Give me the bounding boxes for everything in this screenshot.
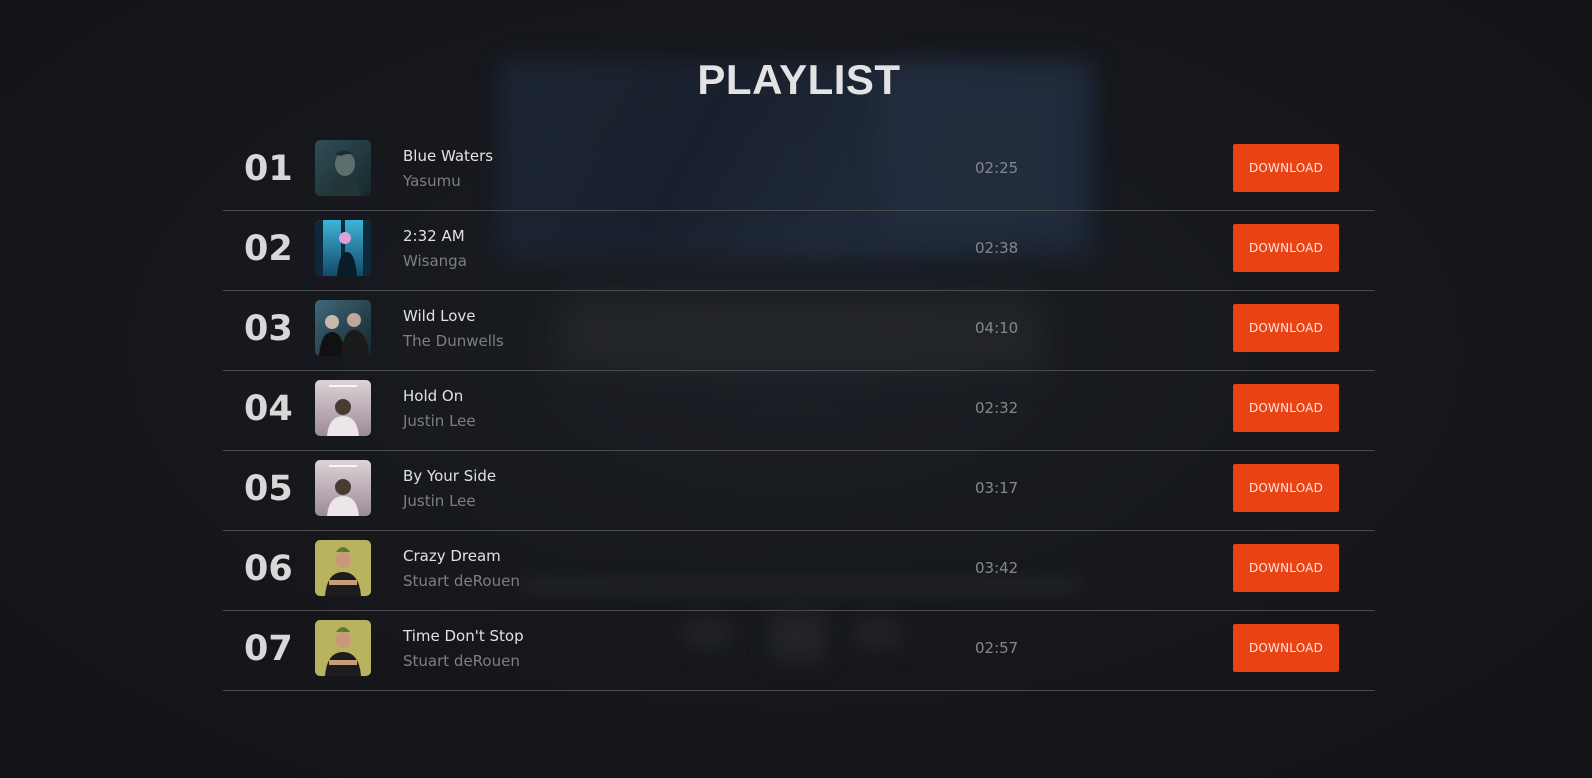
track-title: Blue Waters [403,147,494,165]
track-row[interactable]: 06 Crazy Dream Stuart deRouen 03:42 DOWN… [223,531,1375,611]
track-artist: Justin Lee [403,412,476,430]
track-number: 03 [244,309,293,349]
track-artist: Yasumu [403,172,461,190]
download-button[interactable]: DOWNLOAD [1233,144,1339,192]
playlist-rows: 01 Blue Waters Yasumu 02:25 DOWNLOAD 02 … [223,131,1375,691]
track-duration: 02:38 [975,239,1019,257]
track-title: Time Don't Stop [403,627,524,645]
track-duration: 02:57 [975,639,1019,657]
track-duration: 02:32 [975,399,1019,417]
download-button[interactable]: DOWNLOAD [1233,544,1339,592]
track-duration: 03:17 [975,479,1019,497]
album-cover [315,140,371,196]
track-number: 04 [244,389,293,429]
download-button[interactable]: DOWNLOAD [1233,224,1339,272]
track-title: Wild Love [403,307,476,325]
album-cover [315,380,371,436]
track-number: 01 [244,149,293,189]
player-background: PLAYLIST 01 Blue Waters Yasumu 02:25 DOW… [0,0,1592,778]
download-button[interactable]: DOWNLOAD [1233,304,1339,352]
track-artist: Stuart deRouen [403,652,520,670]
track-artist: Stuart deRouen [403,572,520,590]
album-cover [315,460,371,516]
album-cover [315,300,371,356]
track-number: 05 [244,469,293,509]
track-number: 07 [244,629,293,669]
album-cover [315,220,371,276]
download-button[interactable]: DOWNLOAD [1233,624,1339,672]
track-row[interactable]: 05 By Your Side Justin Lee 03:17 DOWNLOA… [223,451,1375,531]
download-button[interactable]: DOWNLOAD [1233,464,1339,512]
track-artist: Wisanga [403,252,467,270]
track-number: 06 [244,549,293,589]
track-row[interactable]: 04 Hold On Justin Lee 02:32 DOWNLOAD [223,371,1375,451]
album-cover [315,620,371,676]
track-duration: 02:25 [975,159,1019,177]
track-artist: Justin Lee [403,492,476,510]
track-row[interactable]: 03 Wild Love The Dunwells 04:10 DOWNLOAD [223,291,1375,371]
track-row[interactable]: 02 2:32 AM Wisanga 02:38 DOWNLOAD [223,211,1375,291]
track-number: 02 [244,229,293,269]
track-artist: The Dunwells [403,332,504,350]
download-button[interactable]: DOWNLOAD [1233,384,1339,432]
track-title: Hold On [403,387,464,405]
album-cover [315,540,371,596]
track-title: By Your Side [403,467,497,485]
track-row[interactable]: 07 Time Don't Stop Stuart deRouen 02:57 … [223,611,1375,691]
playlist-title: PLAYLIST [697,56,901,103]
track-title: 2:32 AM [403,227,465,245]
track-duration: 04:10 [975,319,1019,337]
track-title: Crazy Dream [403,547,501,565]
track-row[interactable]: 01 Blue Waters Yasumu 02:25 DOWNLOAD [223,131,1375,211]
track-duration: 03:42 [975,559,1019,577]
